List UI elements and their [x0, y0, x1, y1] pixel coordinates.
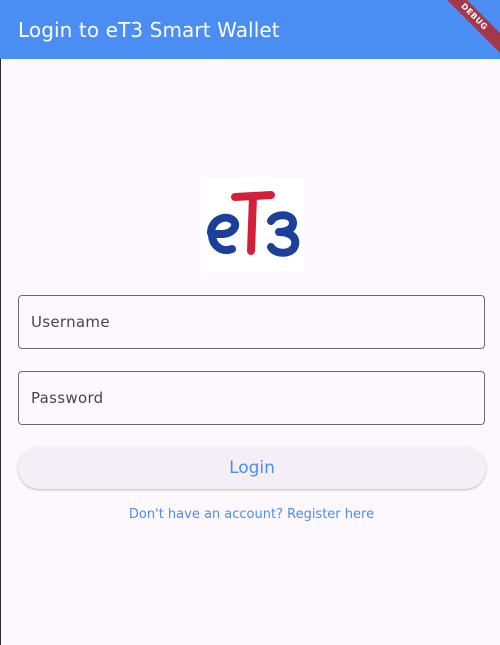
register-link[interactable]: Don't have an account? Register here — [0, 507, 500, 522]
et3-logo — [201, 177, 304, 273]
window-edge — [0, 59, 1, 645]
login-button[interactable]: Login — [18, 447, 486, 489]
debug-banner: DEBUG — [435, 0, 500, 56]
app-bar: Login to eT3 Smart Wallet DEBUG — [0, 0, 500, 59]
username-field[interactable] — [18, 295, 485, 349]
app-bar-title: Login to eT3 Smart Wallet — [18, 17, 280, 42]
username-input[interactable] — [19, 296, 484, 348]
password-input[interactable] — [19, 372, 484, 424]
et3-logo-graphic — [207, 191, 300, 257]
login-screen: Login to eT3 Smart Wallet DEBUG Login Do… — [0, 0, 500, 645]
password-field[interactable] — [18, 371, 485, 425]
